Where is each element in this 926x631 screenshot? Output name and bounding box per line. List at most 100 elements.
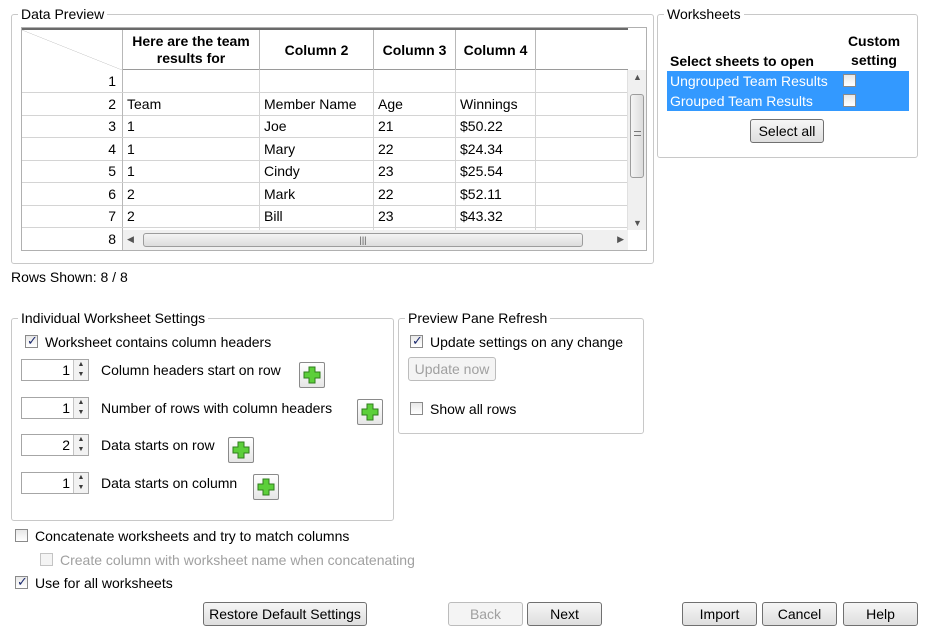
- table-cell[interactable]: 23: [374, 160, 456, 182]
- custom-setting-checkbox[interactable]: [843, 94, 856, 107]
- show-all-rows-checkbox[interactable]: [410, 402, 423, 415]
- scroll-left-icon[interactable]: ◀: [127, 234, 134, 245]
- table-cell[interactable]: [260, 70, 374, 92]
- import-button[interactable]: Import: [682, 602, 757, 626]
- stepper-arrows-icon[interactable]: ▲ ▼: [73, 435, 88, 455]
- row-number[interactable]: 3: [22, 115, 123, 137]
- horizontal-scroll-thumb[interactable]: |||: [143, 233, 583, 247]
- select-all-button[interactable]: Select all: [750, 119, 824, 143]
- use-all-worksheets-label: Use for all worksheets: [35, 575, 173, 591]
- table-row[interactable]: 7 2 Bill 23 $43.32: [22, 205, 628, 228]
- table-cell[interactable]: [123, 70, 260, 92]
- row-number[interactable]: 8: [22, 227, 123, 250]
- table-row[interactable]: 4 1 Mary 22 $24.34: [22, 137, 628, 161]
- table-cell[interactable]: 2: [123, 205, 260, 227]
- table-cell[interactable]: [536, 182, 628, 205]
- table-row[interactable]: 6 2 Mark 22 $52.11: [22, 182, 628, 206]
- table-cell[interactable]: 1: [123, 115, 260, 137]
- row-number[interactable]: 6: [22, 182, 123, 205]
- headers-start-row-stepper[interactable]: 1 ▲ ▼: [21, 359, 89, 381]
- table-cell[interactable]: [536, 160, 628, 182]
- next-button[interactable]: Next: [527, 602, 602, 626]
- table-cell[interactable]: Bill: [260, 205, 374, 227]
- data-start-column-label: Data starts on column: [101, 475, 238, 491]
- scroll-down-icon[interactable]: ▼: [633, 218, 642, 228]
- table-cell[interactable]: 22: [374, 182, 456, 205]
- table-row[interactable]: 5 1 Cindy 23 $25.54: [22, 160, 628, 183]
- add-data-start-row-button[interactable]: [228, 437, 254, 463]
- restore-defaults-button[interactable]: Restore Default Settings: [203, 602, 367, 626]
- scroll-up-icon[interactable]: ▲: [633, 72, 642, 82]
- add-data-start-column-button[interactable]: [253, 474, 279, 500]
- row-number[interactable]: 5: [22, 160, 123, 182]
- column-header-4[interactable]: Column 4: [456, 30, 536, 70]
- horizontal-scrollbar[interactable]: ◀ ||| ▶: [123, 230, 628, 250]
- preview-refresh-title: Preview Pane Refresh: [405, 309, 551, 327]
- table-cell[interactable]: [536, 115, 628, 137]
- header-rows-count-stepper[interactable]: 1 ▲ ▼: [21, 397, 89, 419]
- add-header-rows-count-button[interactable]: [357, 399, 383, 425]
- back-button[interactable]: Back: [448, 602, 523, 626]
- table-cell[interactable]: 2: [123, 182, 260, 205]
- stepper-arrows-icon[interactable]: ▲ ▼: [73, 398, 88, 418]
- table-cell[interactable]: $43.32: [456, 205, 536, 227]
- table-row[interactable]: 2 Team Member Name Age Winnings: [22, 92, 628, 116]
- add-headers-start-row-button[interactable]: [299, 362, 325, 388]
- table-cell[interactable]: Winnings: [456, 92, 536, 115]
- table-cell[interactable]: Mary: [260, 137, 374, 160]
- table-row[interactable]: 3 1 Joe 21 $50.22: [22, 115, 628, 138]
- table-cell[interactable]: 1: [123, 137, 260, 160]
- grid-corner[interactable]: [22, 30, 123, 70]
- table-cell[interactable]: [456, 70, 536, 92]
- concatenate-checkbox[interactable]: [15, 529, 28, 542]
- stepper-arrows-icon[interactable]: ▲ ▼: [73, 473, 88, 493]
- table-cell[interactable]: Joe: [260, 115, 374, 137]
- data-start-column-stepper[interactable]: 1 ▲ ▼: [21, 472, 89, 494]
- create-column-checkbox[interactable]: [40, 553, 53, 566]
- column-header-3[interactable]: Column 3: [374, 30, 456, 70]
- row-number[interactable]: 1: [22, 70, 123, 92]
- table-cell[interactable]: [536, 70, 628, 92]
- custom-setting-checkbox[interactable]: [843, 74, 856, 87]
- table-cell[interactable]: [536, 137, 628, 160]
- update-now-button[interactable]: Update now: [408, 357, 496, 381]
- row-number[interactable]: 2: [22, 92, 123, 115]
- table-cell[interactable]: 22: [374, 137, 456, 160]
- table-cell[interactable]: $25.54: [456, 160, 536, 182]
- sheet-grouped-team-results[interactable]: Grouped Team Results: [667, 91, 909, 111]
- table-cell[interactable]: 21: [374, 115, 456, 137]
- stepper-arrows-icon[interactable]: ▲ ▼: [73, 360, 88, 380]
- table-cell[interactable]: $50.22: [456, 115, 536, 137]
- row-number[interactable]: 4: [22, 137, 123, 160]
- table-cell[interactable]: Mark: [260, 182, 374, 205]
- table-row[interactable]: 1: [22, 70, 628, 93]
- table-cell[interactable]: [536, 205, 628, 227]
- data-preview-grid[interactable]: Here are the team results for Column 2 C…: [21, 27, 647, 251]
- individual-settings-title: Individual Worksheet Settings: [18, 309, 209, 327]
- table-cell[interactable]: Member Name: [260, 92, 374, 115]
- table-cell[interactable]: $52.11: [456, 182, 536, 205]
- use-all-worksheets-checkbox[interactable]: [15, 574, 28, 590]
- sheet-ungrouped-team-results[interactable]: Ungrouped Team Results: [667, 71, 909, 91]
- table-cell[interactable]: Team: [123, 92, 260, 115]
- table-cell[interactable]: $24.34: [456, 137, 536, 160]
- table-cell[interactable]: 23: [374, 205, 456, 227]
- cancel-button[interactable]: Cancel: [762, 602, 837, 626]
- contains-headers-checkbox[interactable]: [25, 333, 38, 349]
- column-header-2[interactable]: Column 2: [260, 30, 374, 70]
- table-cell[interactable]: Cindy: [260, 160, 374, 182]
- scroll-right-icon[interactable]: ▶: [617, 234, 624, 245]
- vertical-scrollbar[interactable]: ▲ ▼: [627, 70, 646, 230]
- vertical-scroll-thumb[interactable]: [630, 94, 644, 178]
- concatenate-label: Concatenate worksheets and try to match …: [35, 528, 350, 544]
- row-number[interactable]: 7: [22, 205, 123, 227]
- data-start-row-stepper[interactable]: 2 ▲ ▼: [21, 434, 89, 456]
- table-cell[interactable]: 1: [123, 160, 260, 182]
- help-button[interactable]: Help: [843, 602, 918, 626]
- table-cell[interactable]: [536, 92, 628, 115]
- update-any-change-checkbox[interactable]: [410, 333, 423, 349]
- green-plus-icon: [257, 478, 275, 496]
- table-cell[interactable]: Age: [374, 92, 456, 115]
- table-cell[interactable]: [374, 70, 456, 92]
- column-header-1[interactable]: Here are the team results for: [123, 30, 260, 70]
